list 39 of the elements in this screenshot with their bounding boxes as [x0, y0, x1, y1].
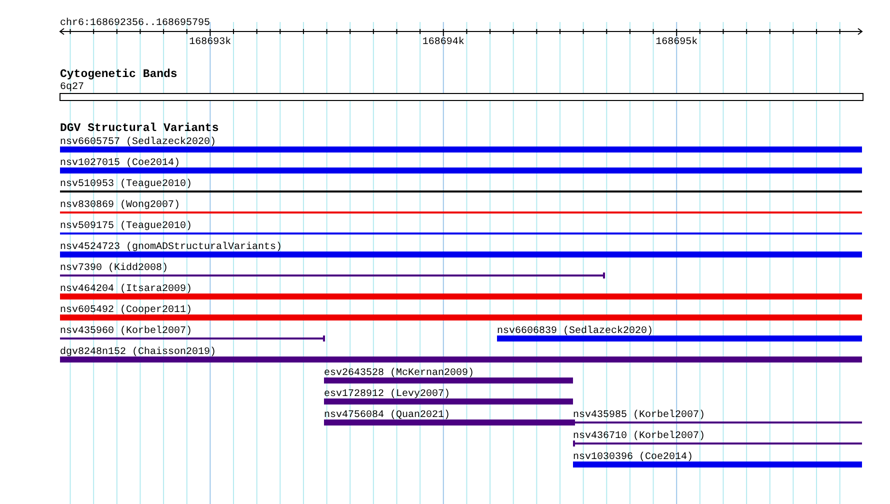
variant-bar[interactable] [324, 378, 573, 384]
variant-line[interactable] [573, 420, 862, 426]
variant-line[interactable] [60, 336, 325, 342]
variant-label[interactable]: nsv435985 (Korbel2007) [573, 410, 706, 421]
band-label: 6q27 [60, 82, 84, 93]
variant-label[interactable]: nsv830869 (Wong2007) [60, 200, 180, 211]
variant-label[interactable]: nsv1030396 (Coe2014) [573, 452, 694, 463]
variant-label[interactable]: nsv4524723 (gnomADStructuralVariants) [60, 242, 282, 253]
variant-label[interactable]: nsv435960 (Korbel2007) [60, 326, 192, 337]
variant-bar[interactable] [60, 146, 862, 152]
variant-bar[interactable] [497, 336, 862, 342]
variant-label[interactable]: dgv8248n152 (Chaisson2019) [60, 347, 216, 358]
variant-label[interactable]: nsv6605757 (Sedlazeck2020) [60, 137, 216, 148]
variant-label[interactable]: nsv6606839 (Sedlazeck2020) [497, 326, 654, 337]
variant-label[interactable]: nsv510953 (Teague2010) [60, 179, 192, 190]
variant-line[interactable] [573, 440, 862, 446]
variant-label[interactable]: nsv464204 (Itsara2009) [60, 284, 192, 295]
ruler-tick-label: 168695k [656, 37, 698, 48]
variant-bar[interactable] [60, 314, 862, 320]
variant-label[interactable]: nsv605492 (Cooper2011) [60, 305, 192, 316]
variant-label[interactable]: nsv436710 (Korbel2007) [573, 431, 706, 442]
variant-label[interactable]: esv2643528 (McKernan2009) [324, 368, 474, 379]
location-label: chr6:168692356..168695795 [60, 18, 210, 29]
variant-bar[interactable] [573, 462, 862, 468]
variant-bar[interactable] [60, 168, 862, 174]
variant-bar[interactable] [60, 252, 862, 258]
variant-bar[interactable] [324, 398, 573, 404]
variant-label[interactable]: nsv4756084 (Quan2021) [324, 410, 450, 421]
track-title: DGV Structural Variants [60, 122, 219, 135]
track-title: Cytogenetic Bands [60, 68, 178, 81]
variant-bar[interactable] [60, 356, 862, 362]
variant-line[interactable] [60, 272, 605, 278]
ruler-tick-label: 168694k [422, 37, 464, 48]
variant-label[interactable]: esv1728912 (Levy2007) [324, 389, 450, 400]
variant-label[interactable]: nsv509175 (Teague2010) [60, 221, 192, 232]
variant-label[interactable]: nsv1027015 (Coe2014) [60, 158, 180, 169]
ruler-tick-label: 168693k [189, 37, 232, 48]
variant-bar[interactable] [60, 294, 862, 300]
variant-label[interactable]: nsv7390 (Kidd2008) [60, 263, 168, 274]
